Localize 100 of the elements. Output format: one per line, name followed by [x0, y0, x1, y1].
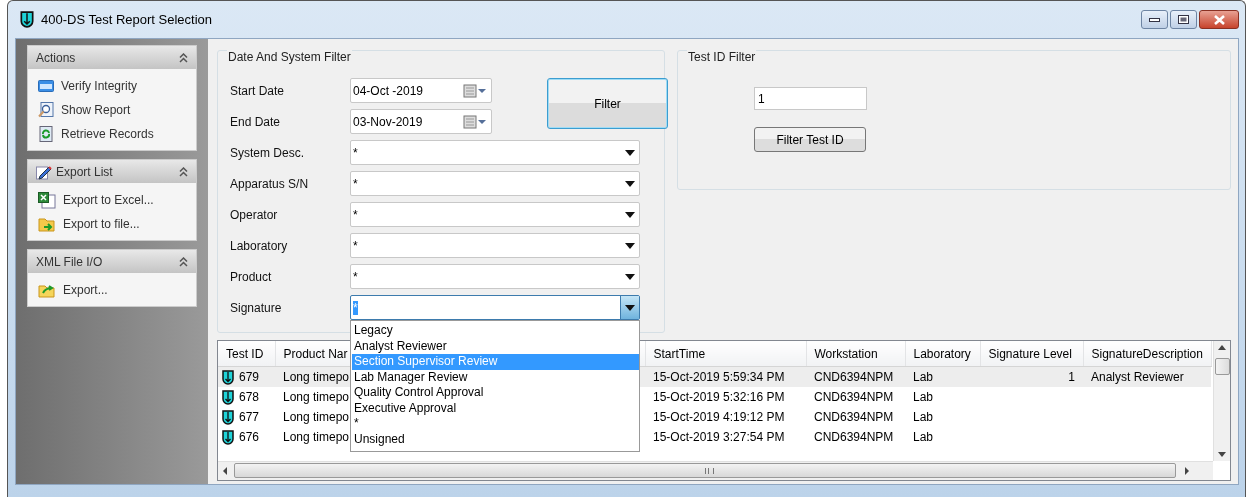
table-cell-text: Lab	[912, 409, 935, 426]
combo-box[interactable]: *	[350, 171, 640, 196]
table-cell: 1	[980, 366, 1083, 387]
dropdown-arrow-icon[interactable]	[625, 273, 635, 280]
field-label: Laboratory	[230, 238, 289, 253]
folder-arrow-icon	[38, 216, 56, 232]
test-tube-icon	[222, 369, 234, 385]
window-title: 400-DS Test Report Selection	[41, 12, 213, 27]
table-cell: Lab	[905, 366, 980, 387]
close-button[interactable]	[1199, 10, 1239, 29]
dropdown-option[interactable]: Quality Control Approval	[352, 385, 639, 401]
table-cell: 676	[239, 430, 260, 444]
pencil-icon	[36, 163, 52, 180]
sidebar-link[interactable]: Retrieve Records	[61, 127, 154, 141]
minimize-button[interactable]	[1141, 10, 1168, 29]
table-cell: Analyst Reviewer	[1083, 366, 1211, 387]
field-label: Start Date	[230, 83, 286, 98]
table-cell-text: Long timepo	[282, 409, 350, 426]
column-header[interactable]: Test ID	[218, 341, 275, 367]
test-tube-icon	[222, 429, 234, 445]
horizontal-scrollbar[interactable]	[218, 461, 1213, 480]
field-label: System Desc.	[230, 145, 305, 160]
column-header[interactable]: Signature Level	[980, 341, 1083, 367]
panel-title: Export List	[56, 164, 114, 179]
dropdown-option[interactable]: Unsigned	[352, 431, 639, 447]
column-header[interactable]: StartTime	[645, 341, 806, 367]
table-cell: 678	[239, 390, 260, 404]
combo-box[interactable]: *	[350, 264, 640, 289]
combo-box[interactable]: *	[350, 233, 640, 258]
dropdown-option[interactable]: Lab Manager Review	[352, 369, 639, 385]
table-cell: 15-Oct-2019 5:59:34 PM	[645, 366, 806, 387]
date-field[interactable]: 04-Oct -2019	[350, 78, 492, 103]
table-cell-text: CND6394NPM	[813, 409, 895, 426]
test-id-field[interactable]: 1	[754, 87, 867, 110]
dropdown-arrow-icon[interactable]	[625, 242, 635, 249]
table-cell-text: Long timepo	[282, 429, 350, 446]
column-header[interactable]: Laboratory	[905, 341, 980, 367]
sidebar-link[interactable]: Export...	[63, 283, 108, 297]
table-cell: Long timepo	[275, 366, 350, 387]
table-cell: 677	[239, 410, 260, 424]
table-cell-text: CND6394NPM	[813, 429, 895, 446]
dropdown-option[interactable]: Analyst Reviewer	[352, 338, 639, 354]
calendar-dropdown-icon[interactable]	[463, 114, 487, 129]
field-label: Apparatus S/N	[230, 176, 310, 191]
table-cell-text: Lab	[912, 429, 935, 446]
column-header[interactable]: SignatureDescription	[1083, 341, 1211, 367]
table-cell: CND6394NPM	[806, 387, 905, 407]
dropdown-option[interactable]: Legacy	[352, 323, 639, 339]
table-cell-text: 15-Oct-2019 3:27:54 PM	[652, 429, 786, 446]
close-icon	[1212, 14, 1226, 25]
dropdown-option[interactable]: Executive Approval	[352, 400, 639, 416]
date-field[interactable]: 03-Nov-2019	[350, 109, 492, 134]
table-cell: Long timepo	[275, 387, 350, 407]
panel-title: XML File I/O	[36, 254, 104, 269]
combo-box[interactable]: *	[350, 140, 640, 165]
combo-box[interactable]: *	[350, 202, 640, 227]
table-cell-text: 15-Oct-2019 4:19:12 PM	[652, 409, 786, 426]
vertical-scrollbar[interactable]	[1213, 341, 1230, 461]
maximize-icon	[1178, 15, 1189, 24]
group-title: Date And System Filter	[227, 50, 352, 64]
collapse-chevron-icon[interactable]	[179, 256, 188, 267]
calendar-dropdown-icon[interactable]	[463, 83, 487, 98]
maximize-button[interactable]	[1170, 10, 1197, 29]
column-header[interactable]: Product Nar	[275, 341, 350, 367]
sidebar-link[interactable]: Verify Integrity	[61, 79, 138, 93]
filter-button[interactable]: Filter	[547, 78, 668, 129]
dropdown-arrow-icon[interactable]	[625, 149, 635, 156]
field-label: Operator	[230, 207, 279, 222]
table-cell: Lab	[905, 387, 980, 407]
panel-header[interactable]: Export List	[28, 160, 196, 183]
keyboard-icon	[38, 80, 54, 92]
test-tube-icon	[222, 409, 234, 425]
filter-test-id-button[interactable]: Filter Test ID	[754, 127, 866, 152]
dropdown-arrow-icon[interactable]	[625, 304, 635, 311]
column-header[interactable]: Workstation	[806, 341, 905, 367]
collapse-chevron-icon[interactable]	[179, 52, 188, 63]
table-cell: 679	[239, 370, 260, 384]
group-title: Test ID Filter	[687, 50, 757, 64]
sidebar-link[interactable]: Show Report	[61, 103, 131, 117]
dropdown-arrow-icon[interactable]	[625, 211, 635, 218]
field-label: End Date	[230, 114, 282, 129]
panel-header[interactable]: XML File I/O	[28, 250, 196, 273]
test-tube-icon	[222, 389, 234, 405]
table-cell: CND6394NPM	[806, 366, 905, 387]
dropdown-option[interactable]: *	[352, 416, 639, 432]
sidebar-link[interactable]: Export to Excel...	[63, 193, 154, 207]
field-label: Signature	[230, 300, 283, 315]
table-cell: 15-Oct-2019 5:32:16 PM	[645, 387, 806, 407]
dropdown-arrow-icon[interactable]	[625, 180, 635, 187]
excel-sheet-icon	[38, 191, 56, 209]
sidebar-link[interactable]: Export to file...	[63, 217, 140, 231]
collapse-chevron-icon[interactable]	[179, 166, 188, 177]
test-tube-icon	[20, 11, 34, 28]
refresh-icon	[38, 126, 54, 142]
field-label: Product	[230, 269, 273, 284]
minimize-icon	[1149, 17, 1160, 22]
folder-arrow-icon	[38, 282, 56, 298]
magnifier-page-icon	[38, 102, 54, 118]
panel-header[interactable]: Actions	[28, 46, 196, 69]
panel-title: Actions	[36, 50, 77, 65]
